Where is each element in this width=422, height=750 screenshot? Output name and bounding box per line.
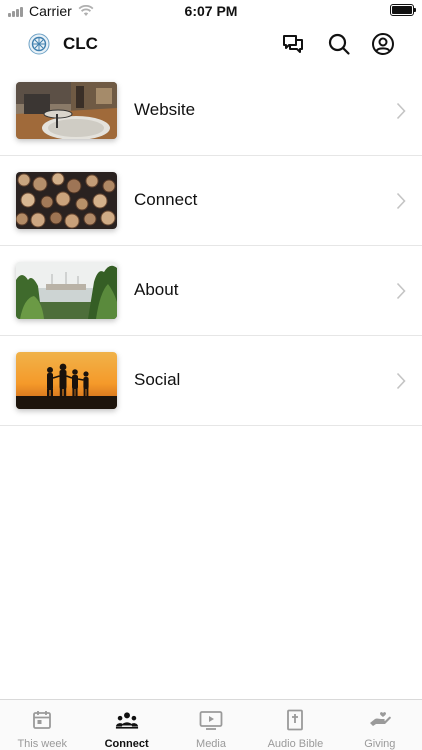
menu-item-about[interactable]: About (0, 246, 422, 336)
menu-list: Website Connect About Social (0, 66, 422, 426)
status-time: 6:07 PM (184, 3, 238, 19)
tab-label: Audio Bible (267, 738, 324, 750)
chevron-right-icon (396, 282, 406, 300)
tab-media[interactable]: Media (169, 700, 253, 750)
app-header: CLC (0, 22, 422, 66)
tab-this-week[interactable]: This week (0, 700, 84, 750)
calendar-icon (30, 708, 54, 732)
menu-item-label: Social (134, 370, 181, 389)
tab-label: Media (196, 738, 226, 750)
living-room-photo (16, 82, 117, 139)
search-icon (328, 33, 350, 55)
search-button[interactable] (327, 32, 351, 56)
menu-item-label: About (134, 280, 179, 299)
tab-bar: This week Connect Media Audio Bible Givi… (0, 699, 422, 750)
chevron-right-icon (396, 372, 406, 390)
chat-bubbles-icon (283, 35, 303, 53)
menu-item-connect[interactable]: Connect (0, 156, 422, 246)
status-bar: Carrier 6:07 PM (0, 0, 422, 22)
profile-button[interactable] (371, 32, 395, 56)
bible-icon (283, 708, 307, 732)
battery-icon (390, 4, 416, 16)
tab-label: Connect (104, 738, 149, 750)
giving-hand-icon (368, 708, 392, 732)
tab-giving[interactable]: Giving (338, 700, 422, 750)
tab-connect[interactable]: Connect (84, 700, 168, 750)
user-circle-icon (372, 33, 394, 55)
menu-item-social[interactable]: Social (0, 336, 422, 426)
sunset-family-photo (16, 352, 117, 409)
messages-button[interactable] (281, 32, 305, 56)
tab-audio-bible[interactable]: Audio Bible (253, 700, 337, 750)
chevron-right-icon (396, 102, 406, 120)
menu-item-label: Website (134, 100, 196, 119)
group-icon (115, 708, 139, 732)
menu-item-label: Connect (134, 190, 198, 209)
tab-label: This week (17, 738, 67, 750)
harbor-photo (16, 262, 117, 319)
chevron-right-icon (396, 192, 406, 210)
church-logo-icon (28, 33, 50, 55)
menu-item-website[interactable]: Website (0, 66, 422, 156)
play-screen-icon (199, 708, 223, 732)
tab-label: Giving (364, 738, 396, 750)
log-pile-photo (16, 172, 117, 229)
app-title: CLC (63, 34, 98, 53)
